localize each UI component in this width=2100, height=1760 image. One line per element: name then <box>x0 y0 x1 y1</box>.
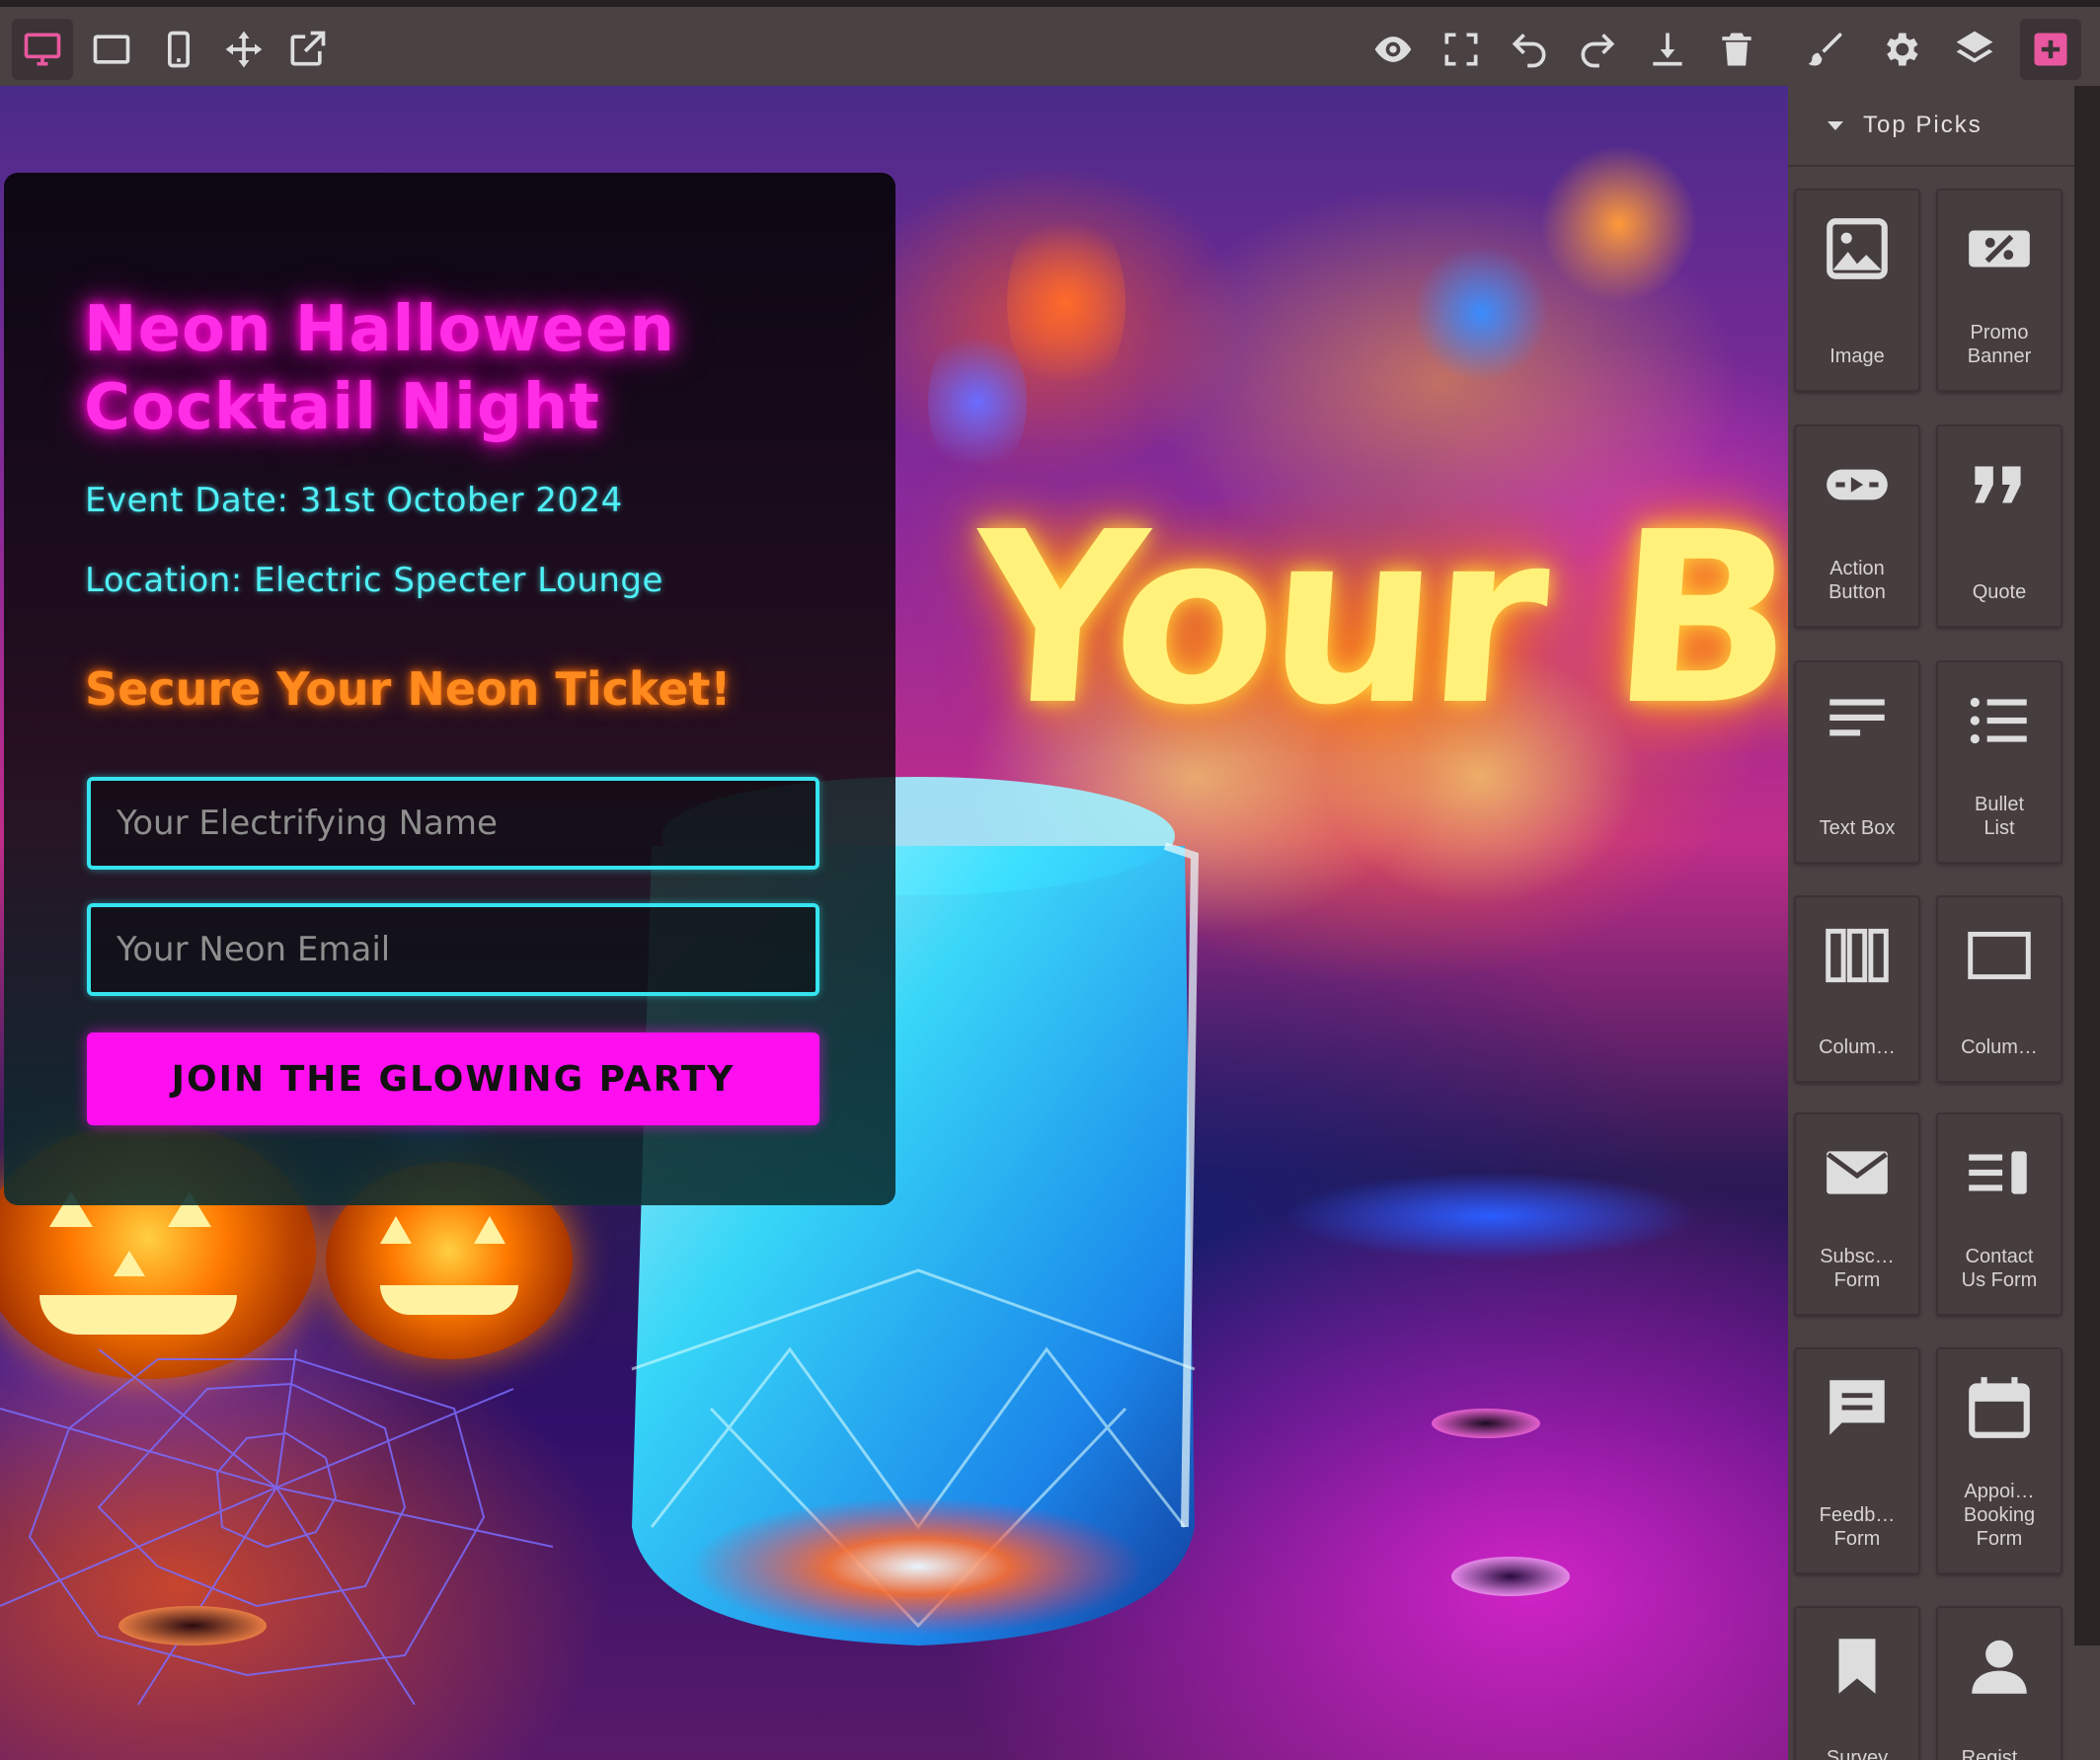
block-label: Image <box>1829 345 1885 367</box>
settings-gear-icon <box>1887 33 1918 66</box>
block-label: Survey <box>1826 1747 1889 1760</box>
block-one-column[interactable]: Colum… <box>1936 895 2062 1083</box>
block-label: Contact Us Form <box>1961 1246 2038 1291</box>
name-input[interactable] <box>87 777 819 870</box>
undo-button[interactable] <box>1499 19 1560 80</box>
mobile-view-icon <box>168 31 190 68</box>
event-signup-card: Neon Halloween Cocktail Night Event Date… <box>4 173 895 1205</box>
block-survey[interactable]: Survey <box>1794 1606 1920 1760</box>
open-external-icon <box>290 31 326 66</box>
email-input[interactable] <box>87 903 819 996</box>
panel-scrollbar[interactable] <box>2074 86 2100 1645</box>
top-picks-category[interactable]: Top Picks <box>1788 86 2074 167</box>
event-title: Neon Halloween Cocktail Night <box>84 293 675 444</box>
person-icon <box>1972 1640 2027 1694</box>
bokeh-light <box>1007 204 1126 402</box>
bokeh-light <box>1540 145 1698 303</box>
mobile-view-button[interactable] <box>148 19 209 80</box>
settings-button[interactable] <box>1870 19 1931 80</box>
one-column-icon <box>1968 931 2031 980</box>
desktop-view-button[interactable] <box>12 19 73 80</box>
water-droplet <box>1451 1557 1570 1596</box>
trash-icon <box>1722 33 1751 66</box>
move-button[interactable] <box>213 19 274 80</box>
block-subscribe-form[interactable]: Subsc… Form <box>1794 1112 1920 1316</box>
block-appointment-booking-form[interactable]: Appoi… Booking Form <box>1936 1347 2062 1574</box>
water-droplet <box>1432 1409 1540 1438</box>
block-text-box[interactable]: Text Box <box>1794 660 1920 864</box>
desktop-view-icon <box>24 33 61 66</box>
redo-icon <box>1581 34 1615 68</box>
fullscreen-icon <box>1444 33 1478 66</box>
add-block-icon <box>2034 33 2067 66</box>
style-manager-button[interactable] <box>1795 19 1856 80</box>
bokeh-light <box>1283 1172 1698 1261</box>
calendar-icon <box>1969 1377 2030 1438</box>
block-label: Appoi… Booking Form <box>1963 1481 2036 1550</box>
delete-button[interactable] <box>1706 19 1767 80</box>
block-label: Text Box <box>1819 817 1896 839</box>
download-button[interactable] <box>1637 19 1698 80</box>
move-icon <box>225 31 263 68</box>
bullet-list-icon <box>1970 697 2027 744</box>
image-icon <box>1827 218 1888 279</box>
block-label: Action Button <box>1828 558 1886 603</box>
block-three-columns[interactable]: Colum… <box>1794 895 1920 1083</box>
bokeh-light <box>1412 244 1550 382</box>
block-feedback-form[interactable]: Feedb… Form <box>1794 1347 1920 1574</box>
three-columns-icon <box>1826 928 1889 983</box>
layers-button[interactable] <box>1944 19 2005 80</box>
block-label: Promo Banner <box>1967 322 2032 367</box>
block-registration-form[interactable]: Regist… <box>1936 1606 2062 1760</box>
block-promo-banner[interactable]: Promo Banner <box>1936 189 2062 392</box>
envelope-icon <box>1827 1151 1888 1194</box>
redo-button[interactable] <box>1567 19 1628 80</box>
open-external-button[interactable] <box>276 19 338 80</box>
join-party-button[interactable]: JOIN THE GLOWING PARTY <box>87 1033 819 1125</box>
contact-form-icon <box>1969 1151 2027 1194</box>
quote-icon <box>1975 466 2021 503</box>
add-block-button[interactable] <box>2020 19 2081 80</box>
ticket-cta-heading: Secure Your Neon Ticket! <box>85 662 732 716</box>
block-label: Colum… <box>1961 1036 2038 1058</box>
tablet-view-icon <box>93 35 130 64</box>
block-image[interactable]: Image <box>1794 189 1920 392</box>
blocks-panel: Top Picks Image Promo Banner Action Butt… <box>1788 86 2074 1760</box>
fullscreen-button[interactable] <box>1431 19 1492 80</box>
block-label: Regist… <box>1961 1747 2038 1760</box>
panel-scroll-track <box>2074 1645 2100 1760</box>
undo-icon <box>1512 34 1546 68</box>
preview-eye-icon <box>1374 37 1412 62</box>
layers-icon <box>1956 31 1993 63</box>
text-box-icon <box>1829 699 1885 736</box>
block-label: Colum… <box>1819 1036 1896 1058</box>
feedback-icon <box>1829 1380 1885 1435</box>
tablet-landscape-view-button[interactable] <box>81 19 142 80</box>
page-canvas[interactable]: Your Bran Neon Halloween Cocktail Night … <box>0 86 1788 1760</box>
spider-web <box>0 1349 553 1705</box>
bookmark-icon <box>1838 1639 1876 1694</box>
event-date: Event Date: 31st October 2024 <box>85 481 623 520</box>
event-location: Location: Electric Specter Lounge <box>85 561 663 600</box>
download-icon <box>1653 33 1682 66</box>
water-droplet <box>118 1606 267 1645</box>
editor-toolbar <box>0 0 2100 86</box>
preview-button[interactable] <box>1362 19 1424 80</box>
brush-icon <box>1808 33 1842 66</box>
block-label: Feedb… Form <box>1819 1504 1896 1550</box>
block-contact-form[interactable]: Contact Us Form <box>1936 1112 2062 1316</box>
block-label: Subsc… Form <box>1820 1246 1895 1291</box>
promo-banner-icon <box>1969 230 2030 268</box>
block-label: Quote <box>1972 581 2027 603</box>
block-label: Bullet List <box>1974 794 2025 839</box>
block-action-button[interactable]: Action Button <box>1794 424 1920 628</box>
caret-down-icon <box>1828 120 1843 130</box>
block-quote[interactable]: Quote <box>1936 424 2062 628</box>
block-bullet-list[interactable]: Bullet List <box>1936 660 2062 864</box>
category-title: Top Picks <box>1863 112 1983 138</box>
action-button-icon <box>1827 469 1888 500</box>
